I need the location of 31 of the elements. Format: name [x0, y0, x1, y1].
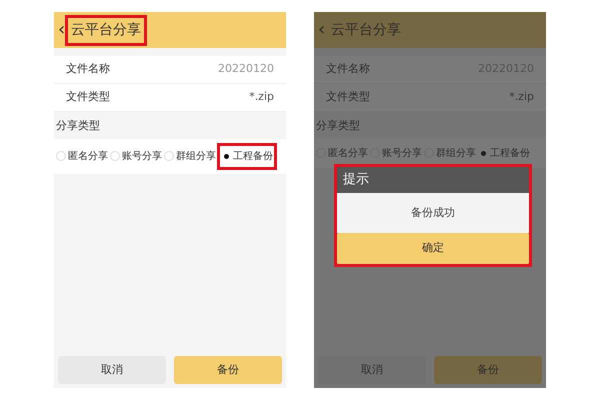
field-label: 文件类型 — [326, 89, 370, 106]
radio-label: 群组分享 — [176, 150, 216, 164]
radio-option[interactable]: 账号分享 — [109, 146, 163, 166]
field-label: 文件类型 — [66, 89, 110, 106]
dialog-title: 提示 — [337, 167, 529, 192]
backup-button[interactable]: 备份 — [174, 356, 282, 384]
radio-button[interactable] — [110, 151, 120, 161]
radio-label: 匿名分享 — [328, 146, 368, 160]
radio-button[interactable] — [164, 151, 174, 161]
radio-option[interactable]: 群组分享 — [163, 146, 217, 166]
section-label: 分享类型 — [55, 118, 101, 134]
radio-option[interactable]: 工程备份 — [217, 142, 277, 170]
radio-option[interactable]: 匿名分享 — [55, 146, 109, 166]
field-label: 文件名称 — [66, 61, 110, 78]
radio-label: 匿名分享 — [68, 150, 108, 164]
confirm-button[interactable]: 确定 — [337, 233, 529, 264]
section-label: 分享类型 — [315, 118, 361, 134]
screen-title: 云平台分享 — [65, 14, 148, 46]
screen-title: 云平台分享 — [330, 20, 402, 40]
radio-label: 账号分享 — [122, 150, 162, 164]
radio-label: 工程备份 — [490, 146, 530, 160]
radio-button[interactable] — [56, 151, 66, 161]
field-value: *.zip — [509, 89, 534, 106]
radio-label: 群组分享 — [436, 146, 476, 160]
dialog-message: 备份成功 — [337, 192, 529, 233]
field-value: *.zip — [249, 89, 274, 106]
radio-label: 工程备份 — [233, 150, 273, 164]
cancel-button[interactable]: 取消 — [58, 356, 166, 384]
field-label: 文件名称 — [326, 61, 370, 78]
radio-label: 账号分享 — [382, 146, 422, 160]
field-value: 20220120 — [218, 61, 274, 78]
